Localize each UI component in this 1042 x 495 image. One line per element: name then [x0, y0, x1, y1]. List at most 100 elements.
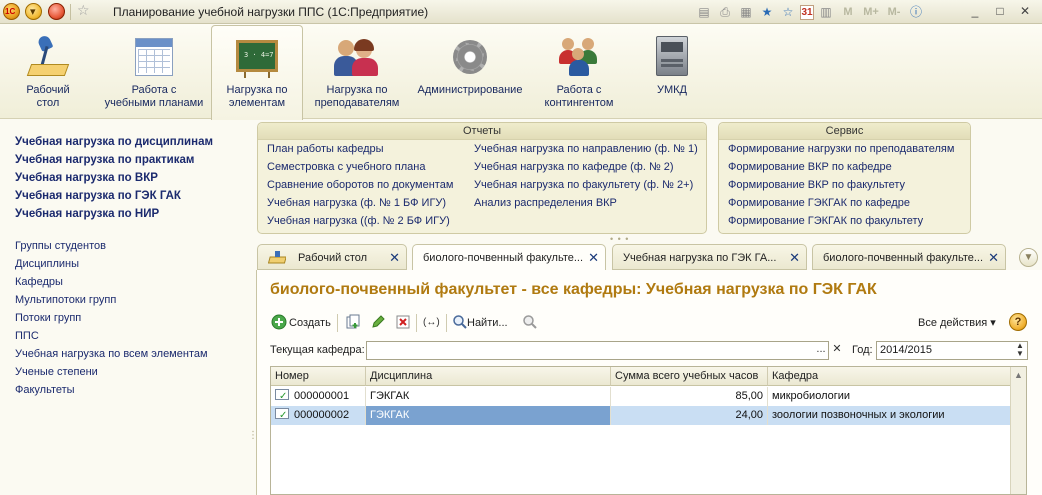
- edit-pencil-icon[interactable]: [370, 314, 386, 330]
- post-icon[interactable]: (↔): [423, 314, 440, 332]
- clear-department-button[interactable]: ✕: [829, 341, 845, 360]
- calculator-icon[interactable]: ▥: [817, 3, 835, 21]
- year-label: Год:: [852, 344, 873, 356]
- section-load-by-teachers[interactable]: Нагрузка по преподавателям: [308, 26, 406, 118]
- year-input[interactable]: 2014/2015: [876, 341, 1028, 360]
- nav-load-practices[interactable]: Учебная нагрузка по практикам: [15, 154, 194, 166]
- nav-load-all-elements[interactable]: Учебная нагрузка по всем элементам: [15, 348, 208, 360]
- report-vkr-analysis[interactable]: Анализ распределения ВКР: [474, 197, 617, 209]
- table-row-selected[interactable]: 000000002 ГЭКГАК 24,00 зоологии позвоноч…: [271, 406, 1011, 425]
- nav-load-gek-gak[interactable]: Учебная нагрузка по ГЭК ГАК: [15, 190, 181, 202]
- report-turnover-compare[interactable]: Сравнение оборотов по документам: [267, 179, 453, 191]
- nav-departments[interactable]: Кафедры: [15, 276, 63, 288]
- section-label: УМКД: [656, 84, 687, 96]
- department-input[interactable]: [366, 341, 829, 360]
- report-load-by-faculty[interactable]: Учебная нагрузка по факультету (ф. № 2+): [474, 179, 693, 191]
- copy-icon[interactable]: [345, 314, 361, 330]
- close-tab-icon[interactable]: ✕: [588, 250, 599, 266]
- report-semester[interactable]: Семестровка с учебного плана: [267, 161, 426, 173]
- section-administration[interactable]: Администрирование: [414, 26, 526, 118]
- title-separator: [70, 4, 71, 20]
- maximize-button[interactable]: □: [990, 2, 1010, 20]
- department-label: Текущая кафедра:: [270, 344, 365, 356]
- back-button[interactable]: [48, 3, 65, 20]
- service-form-gekgak-faculty[interactable]: Формирование ГЭКГАК по факультету: [728, 215, 923, 227]
- nav-pps[interactable]: ППС: [15, 330, 39, 342]
- section-study-plans[interactable]: Работа с учебными планами: [98, 26, 210, 118]
- preview-icon[interactable]: ▦: [737, 3, 755, 21]
- column-header-discipline[interactable]: Дисциплина: [366, 367, 611, 386]
- nav-student-groups[interactable]: Группы студентов: [15, 240, 106, 252]
- service-form-teacher-load[interactable]: Формирование нагрузки по преподавателям: [728, 143, 954, 155]
- nav-load-nir[interactable]: Учебная нагрузка по НИР: [15, 208, 159, 220]
- toolbar-separator: [446, 314, 447, 332]
- close-tab-icon[interactable]: ✕: [389, 250, 400, 266]
- report-load-f2[interactable]: Учебная нагрузка ((ф. № 2 БФ ИГУ): [267, 215, 450, 227]
- help-button[interactable]: ?: [1009, 313, 1027, 331]
- calendar-icon[interactable]: 31: [800, 4, 814, 20]
- service-form-vkr-dept[interactable]: Формирование ВКР по кафедре: [728, 161, 892, 173]
- close-tab-icon[interactable]: ✕: [988, 250, 999, 266]
- section-desktop[interactable]: Рабочий стол: [8, 26, 88, 118]
- favorite-star-icon[interactable]: ☆: [77, 2, 90, 19]
- service-form-gekgak-dept[interactable]: Формирование ГЭКГАК по кафедре: [728, 197, 910, 209]
- nav-load-vkr[interactable]: Учебная нагрузка по ВКР: [15, 172, 158, 184]
- memory-m-button[interactable]: M: [838, 3, 858, 21]
- memory-plus-button[interactable]: M+: [861, 3, 881, 21]
- column-header-number[interactable]: Номер: [271, 367, 366, 386]
- year-spinner[interactable]: ▲ ▼: [1012, 341, 1028, 360]
- tab-biology-faculty[interactable]: биолого-почвенный факульте... ✕: [412, 244, 606, 271]
- section-load-by-elements[interactable]: Нагрузка по элементам: [211, 25, 303, 120]
- report-dept-plan[interactable]: План работы кафедры: [267, 143, 384, 155]
- cell-department: зоологии позвоночных и экологии: [768, 406, 1011, 425]
- tab-label: биолого-почвенный факульте...: [823, 252, 984, 264]
- title-toolbar: ▤ ⎙ ▦ ★ ☆ 31 ▥ M M+ M- ⓘ: [695, 3, 925, 21]
- report-load-by-department[interactable]: Учебная нагрузка по кафедре (ф. № 2): [474, 161, 674, 173]
- vertical-splitter[interactable]: [246, 120, 258, 495]
- column-header-department[interactable]: Кафедра: [768, 367, 1011, 386]
- section-contingent[interactable]: Работа с контингентом: [533, 26, 625, 118]
- select-department-button[interactable]: ...: [813, 341, 829, 360]
- table-scrollbar[interactable]: ▲: [1010, 367, 1026, 494]
- nav-faculties[interactable]: Факультеты: [15, 384, 75, 396]
- main-menu-button[interactable]: [25, 3, 42, 20]
- report-load-f1[interactable]: Учебная нагрузка (ф. № 1 БФ ИГУ): [267, 197, 446, 209]
- horizontal-splitter[interactable]: • • •: [610, 234, 629, 244]
- nav-disciplines[interactable]: Дисциплины: [15, 258, 79, 270]
- app-logo-icon[interactable]: [3, 3, 20, 20]
- favorites-icon[interactable]: ☆: [779, 3, 797, 21]
- cell-discipline: ГЭКГАК: [366, 406, 611, 425]
- form-title: биолого-почвенный факультет - все кафедр…: [270, 281, 877, 298]
- cancel-search-icon[interactable]: [522, 314, 538, 330]
- minimize-button[interactable]: _: [965, 2, 985, 20]
- memory-minus-button[interactable]: M-: [884, 3, 904, 21]
- nav-multistreams[interactable]: Мультипотоки групп: [15, 294, 116, 306]
- tab-biology-faculty-2[interactable]: биолого-почвенный факульте... ✕: [812, 244, 1006, 270]
- section-umkd[interactable]: УМКД: [636, 26, 708, 118]
- close-window-button[interactable]: ✕: [1015, 2, 1035, 20]
- column-header-hours[interactable]: Сумма всего учебных часов: [611, 367, 768, 386]
- tabs-more-button[interactable]: ▼: [1019, 248, 1038, 267]
- all-actions-button[interactable]: Все действия ▾: [918, 314, 996, 332]
- nav-streams[interactable]: Потоки групп: [15, 312, 81, 324]
- reports-title: Отчеты: [258, 123, 706, 140]
- close-tab-icon[interactable]: ✕: [789, 250, 800, 266]
- tab-load-gek-gak[interactable]: Учебная нагрузка по ГЭК ГА... ✕: [612, 244, 807, 270]
- desk-lamp-icon: [25, 34, 71, 80]
- scroll-up-icon[interactable]: ▲: [1014, 370, 1023, 380]
- report-load-by-direction[interactable]: Учебная нагрузка по направлению (ф. № 1): [474, 143, 698, 155]
- delete-mark-icon[interactable]: [395, 314, 411, 330]
- tab-desktop[interactable]: Рабочий стол ✕: [257, 244, 407, 270]
- gear-icon: [447, 34, 493, 80]
- save-icon[interactable]: ▤: [695, 3, 713, 21]
- tab-label: Рабочий стол: [298, 252, 368, 264]
- info-icon[interactable]: ⓘ: [907, 3, 925, 21]
- service-form-vkr-faculty[interactable]: Формирование ВКР по факультету: [728, 179, 905, 191]
- favorites-add-icon[interactable]: ★: [758, 3, 776, 21]
- create-button[interactable]: Создать: [289, 314, 331, 332]
- print-icon[interactable]: ⎙: [716, 3, 734, 21]
- find-button[interactable]: Найти...: [467, 314, 508, 332]
- nav-load-disciplines[interactable]: Учебная нагрузка по дисциплинам: [15, 136, 213, 148]
- nav-academic-degrees[interactable]: Ученые степени: [15, 366, 98, 378]
- table-row[interactable]: 000000001 ГЭКГАК 85,00 микробиологии: [271, 387, 1011, 406]
